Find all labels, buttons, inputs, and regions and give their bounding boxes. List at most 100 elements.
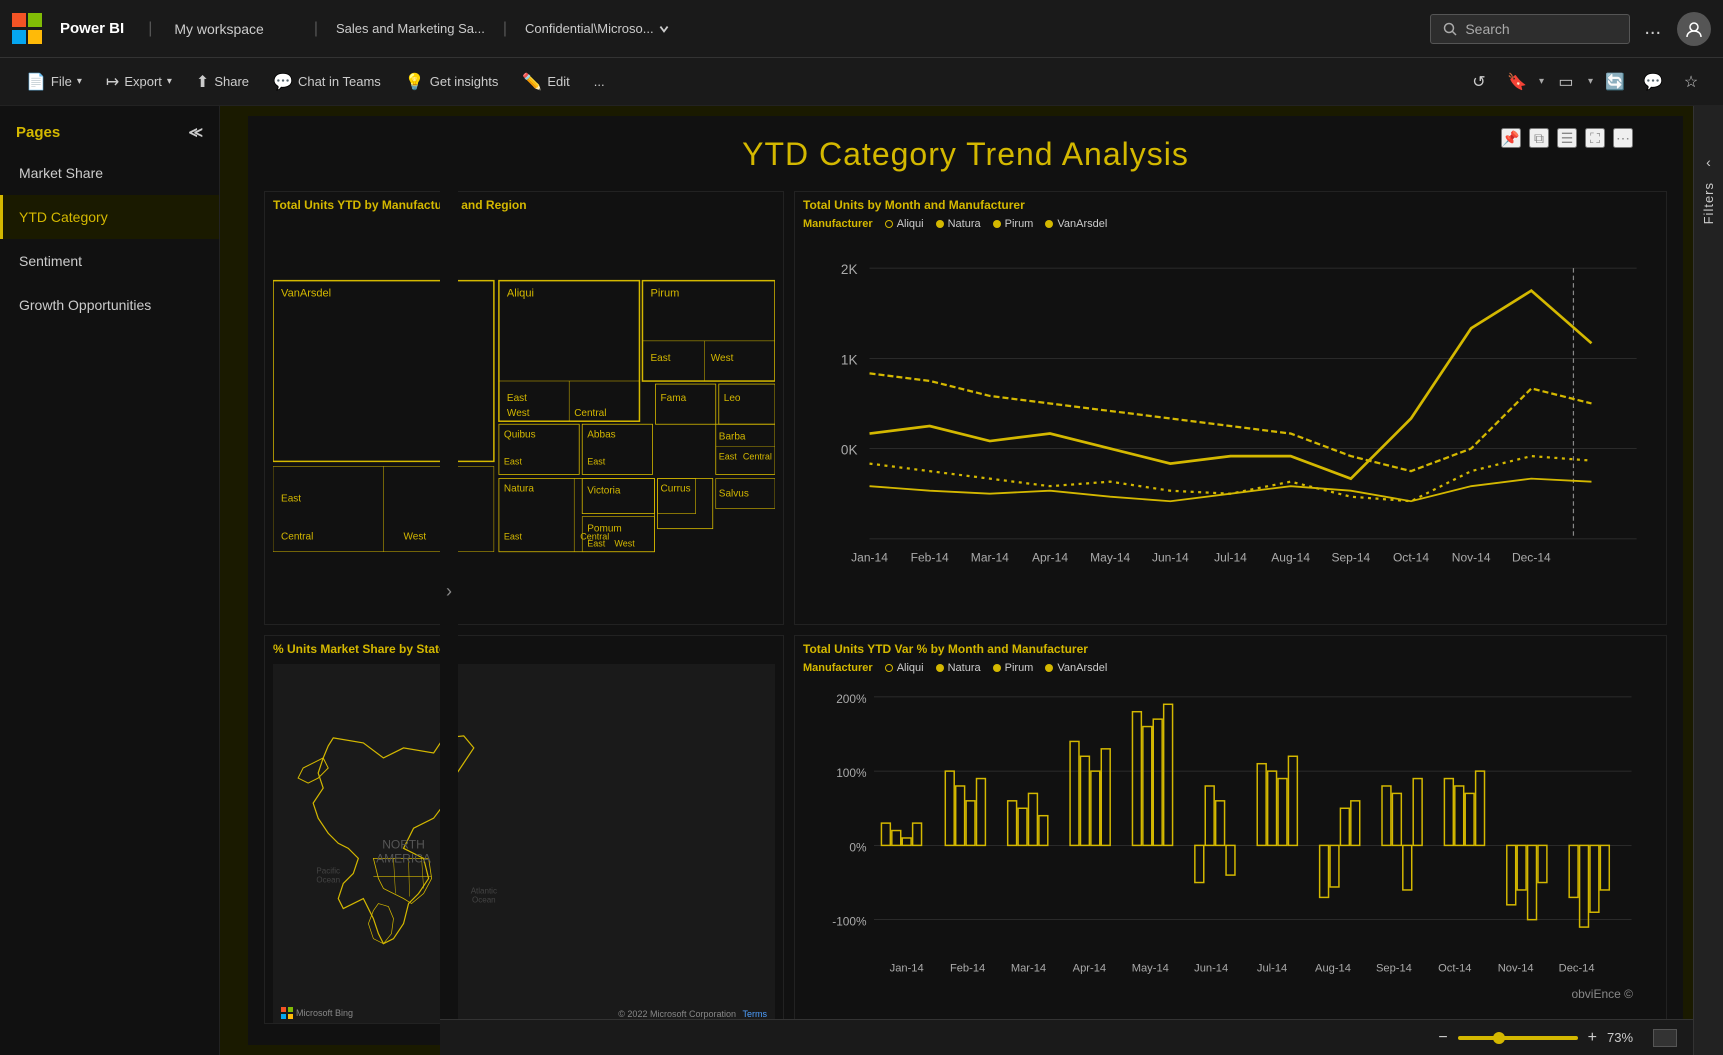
teams-icon: 💬	[273, 72, 293, 92]
legend-vanarsdel: VanArsdel	[1045, 218, 1107, 230]
bar-legend-aliqui: Aliqui	[885, 662, 924, 674]
search-bar[interactable]: Search	[1430, 14, 1630, 44]
svg-text:-100%: -100%	[832, 915, 867, 929]
svg-text:Sep-14: Sep-14	[1376, 963, 1412, 975]
svg-text:May-14: May-14	[1090, 550, 1130, 564]
svg-text:VanArsdel: VanArsdel	[281, 288, 331, 300]
dots-icon[interactable]: ⋯	[1613, 128, 1633, 148]
svg-text:East: East	[587, 539, 606, 549]
svg-text:Aug-14: Aug-14	[1271, 550, 1310, 564]
page-nav-left: ›	[440, 164, 458, 1019]
map-background: NORTH AMERICA Pacific Ocean Atlantic Oce…	[273, 664, 775, 1023]
bar-chart-container[interactable]: 200% 100% 0% -100%	[795, 678, 1666, 1024]
sensitivity-label[interactable]: Confidential\Microso...	[525, 21, 670, 36]
star-button[interactable]: ☆	[1675, 66, 1707, 98]
line-chart-visual: Total Units by Month and Manufacturer Ma…	[794, 191, 1667, 625]
filters-expand-arrow[interactable]: ‹	[1706, 154, 1711, 170]
svg-text:Central: Central	[574, 408, 606, 419]
bar-vanarsdel-dot	[1045, 664, 1053, 672]
map-terms-link[interactable]: Terms	[743, 1009, 768, 1019]
svg-text:West: West	[614, 539, 635, 549]
chevron-down-icon	[658, 23, 670, 35]
separator1: |	[148, 20, 152, 38]
export-button[interactable]: ↦ Export ▾	[96, 66, 182, 98]
edit-button[interactable]: ✏️ Edit	[512, 66, 579, 98]
svg-text:0K: 0K	[841, 443, 858, 458]
svg-text:Jun-14: Jun-14	[1194, 963, 1228, 975]
legend-manufacturer-label: Manufacturer	[803, 218, 873, 230]
zoom-fit-button[interactable]	[1653, 1029, 1677, 1047]
line-chart-container[interactable]: 2K 1K 0K	[795, 234, 1666, 625]
bookmark-button[interactable]: 🔖	[1501, 66, 1533, 98]
natura-dot	[936, 220, 944, 228]
svg-text:Central: Central	[281, 532, 313, 543]
treemap-title: Total Units YTD by Manufacturer and Regi…	[265, 192, 783, 216]
product-label: Power BI	[60, 20, 124, 37]
bottom-bar: − + 73%	[440, 1019, 1693, 1055]
visuals-grid: Total Units YTD by Manufacturer and Regi…	[248, 183, 1683, 1032]
microsoft-logo	[12, 13, 44, 45]
page-up-arrow[interactable]: ›	[446, 581, 452, 602]
refresh-button[interactable]: 🔄	[1599, 66, 1631, 98]
pin-icon[interactable]: 📌	[1501, 128, 1521, 148]
report-toolbar-icons: 📌 ⧉ ☰ ⛶ ⋯	[1501, 128, 1633, 148]
filter-icon[interactable]: ☰	[1557, 128, 1577, 148]
zoom-slider[interactable]	[1458, 1036, 1578, 1040]
svg-text:Pacific: Pacific	[316, 867, 340, 876]
zoom-plus-button[interactable]: +	[1588, 1029, 1597, 1047]
bar-chart-visual: Total Units YTD Var % by Month and Manuf…	[794, 635, 1667, 1024]
svg-text:Feb-14: Feb-14	[950, 963, 985, 975]
sidebar-item-sentiment[interactable]: Sentiment	[0, 239, 219, 283]
svg-text:East: East	[504, 532, 523, 542]
map-container[interactable]: NORTH AMERICA Pacific Ocean Atlantic Oce…	[273, 664, 775, 1023]
view-button[interactable]: ▭	[1550, 66, 1582, 98]
chat-teams-button[interactable]: 💬 Chat in Teams	[263, 66, 391, 98]
comment-button[interactable]: 💬	[1637, 66, 1669, 98]
treemap-container[interactable]: VanArsdel East Central West Aliqui East	[265, 216, 783, 620]
more-options-button[interactable]: ...	[1644, 17, 1661, 40]
pages-label: Pages	[16, 124, 60, 141]
user-avatar[interactable]	[1677, 12, 1711, 46]
ms-logo-green	[28, 13, 42, 27]
sidebar-item-market-share[interactable]: Market Share	[0, 151, 219, 195]
toolbar-more-button[interactable]: ...	[584, 68, 615, 95]
svg-text:AMERICA: AMERICA	[376, 852, 431, 866]
svg-text:East: East	[587, 456, 606, 466]
bar-aliqui-dot	[885, 664, 893, 672]
bar-legend-vanarsdel: VanArsdel	[1045, 662, 1107, 674]
bar-legend-natura: Natura	[936, 662, 981, 674]
fullscreen-icon[interactable]: ⛶	[1585, 128, 1605, 148]
svg-text:Victoria: Victoria	[587, 486, 621, 497]
ms-logo-yellow	[28, 30, 42, 44]
svg-text:East: East	[507, 393, 527, 404]
line-chart-svg: 2K 1K 0K	[803, 238, 1658, 599]
svg-text:East: East	[281, 494, 301, 505]
svg-text:May-14: May-14	[1132, 963, 1169, 975]
obvi-branding: obviEnce ©	[1571, 987, 1633, 1001]
svg-text:Fama: Fama	[661, 393, 687, 404]
svg-text:Apr-14: Apr-14	[1032, 550, 1068, 564]
svg-text:Feb-14: Feb-14	[911, 550, 949, 564]
export-icon: ↦	[106, 72, 119, 92]
zoom-minus-button[interactable]: −	[1438, 1029, 1447, 1047]
svg-text:Ocean: Ocean	[472, 896, 496, 905]
sidebar-collapse-button[interactable]: ≪	[188, 124, 203, 141]
share-button[interactable]: ⬆ Share	[186, 66, 259, 98]
file-icon: 📄	[26, 72, 46, 92]
legend-pirum: Pirum	[993, 218, 1034, 230]
copy-icon[interactable]: ⧉	[1529, 128, 1549, 148]
treemap-svg: VanArsdel East Central West Aliqui East	[273, 220, 775, 612]
file-button[interactable]: 📄 File ▾	[16, 66, 92, 98]
filters-label: Filters	[1701, 182, 1716, 224]
sidebar-item-growth-opportunities[interactable]: Growth Opportunities	[0, 283, 219, 327]
svg-text:Jul-14: Jul-14	[1214, 550, 1247, 564]
toolbar: 📄 File ▾ ↦ Export ▾ ⬆ Share 💬 Chat in Te…	[0, 58, 1723, 106]
search-icon	[1443, 22, 1457, 36]
pages-header: Pages ≪	[0, 114, 219, 151]
svg-text:100%: 100%	[836, 766, 867, 780]
sidebar-item-ytd-category[interactable]: YTD Category	[0, 195, 219, 239]
undo-button[interactable]: ↺	[1463, 66, 1495, 98]
edit-icon: ✏️	[522, 72, 542, 92]
map-title: % Units Market Share by State	[265, 636, 783, 660]
get-insights-button[interactable]: 💡 Get insights	[395, 66, 509, 98]
